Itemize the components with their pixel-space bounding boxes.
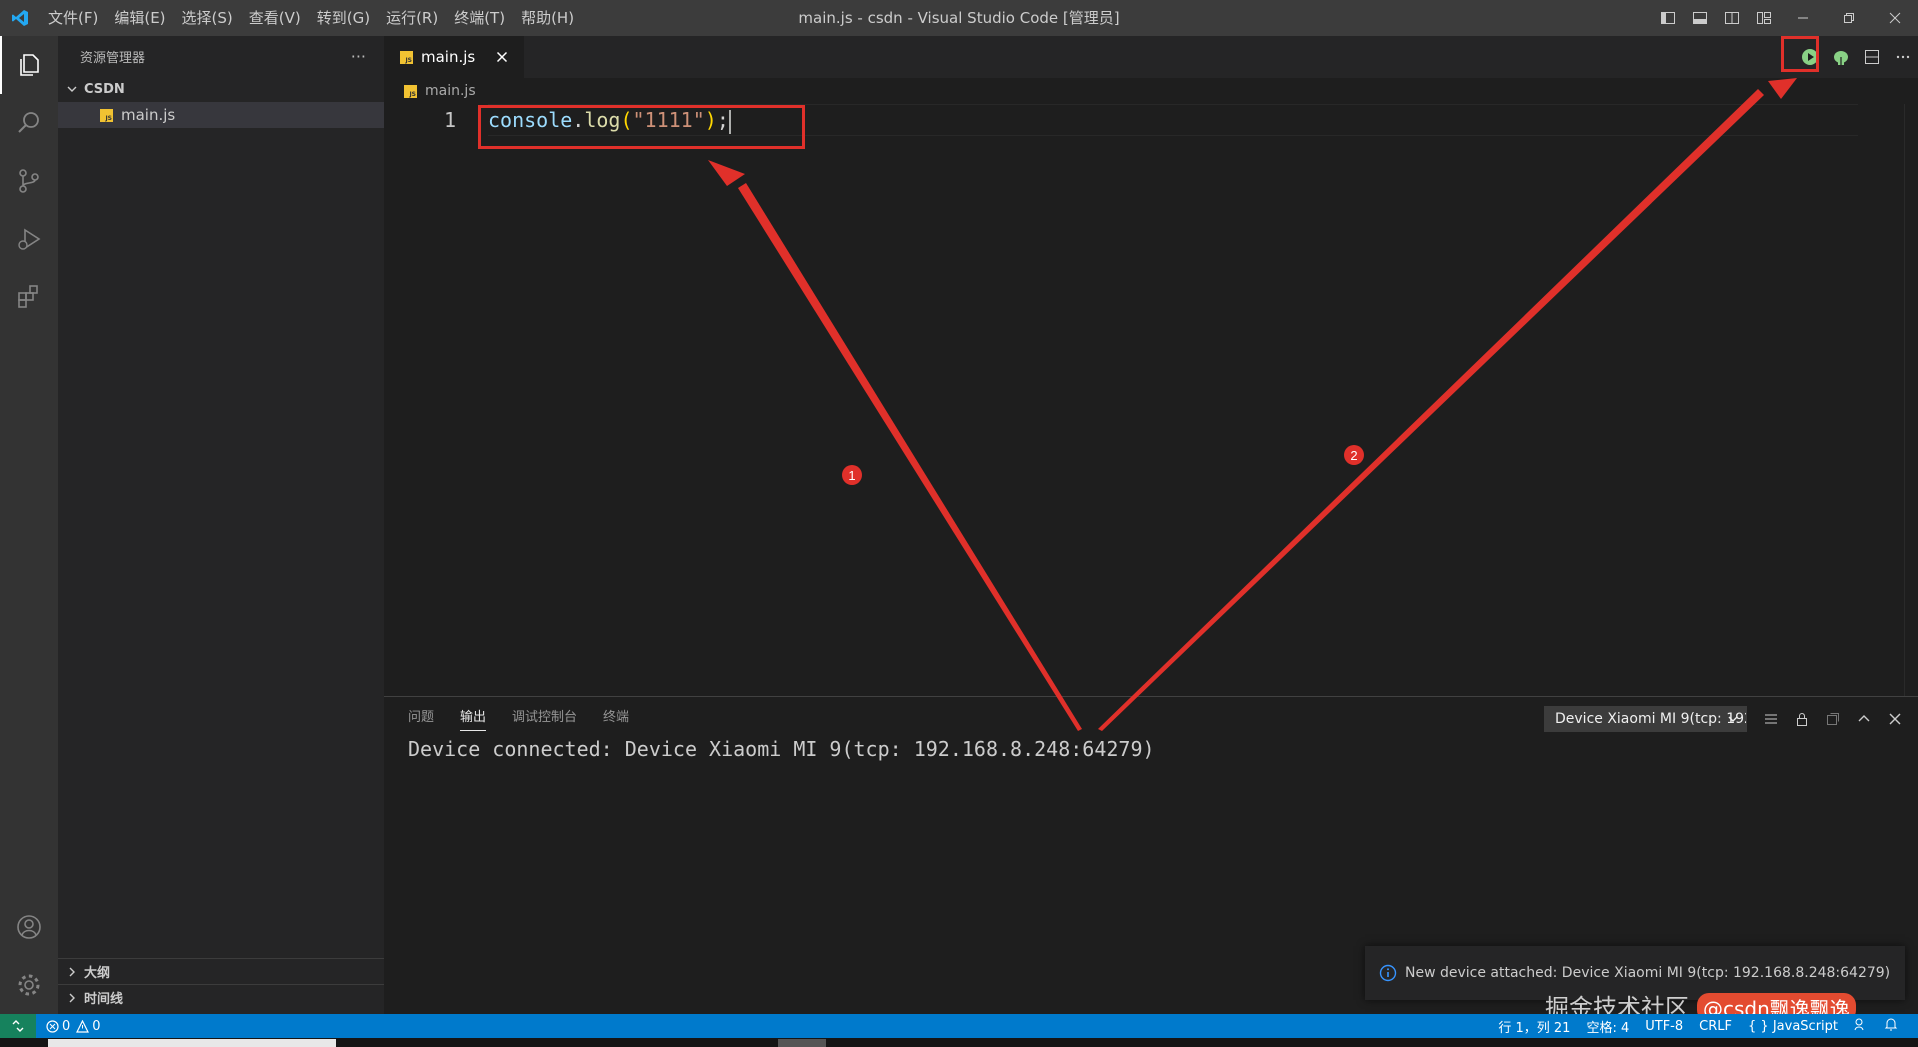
more-actions-icon[interactable] [1887,36,1918,78]
lock-icon[interactable] [1786,705,1817,733]
activity-bottom [0,898,58,1014]
warning-icon [76,1019,90,1033]
search-icon[interactable] [0,94,58,152]
maximize-panel-icon[interactable] [1848,705,1879,733]
line-number: 1 [443,108,456,132]
minimize-icon[interactable] [1780,0,1826,36]
menu-go[interactable]: 转到(G) [309,0,378,36]
tab-problems[interactable]: 问题 [408,697,434,739]
breadcrumb[interactable]: JS main.js [384,78,1918,104]
language-mode[interactable]: { } JavaScript [1748,1019,1838,1034]
restore-icon[interactable] [1826,0,1872,36]
clear-output-icon[interactable] [1755,705,1786,733]
explorer-icon[interactable] [0,36,58,94]
settings-gear-icon[interactable] [0,956,58,1014]
annotation-box-run [1781,36,1819,72]
customize-layout-icon[interactable] [1748,0,1780,36]
outline-section[interactable]: 大纲 [58,958,384,984]
debug-icon[interactable] [1825,36,1856,78]
output-channel-value: Device Xiaomi MI 9(tcp: 192.168.8.248:64… [1555,711,1746,727]
explorer-sidebar: 资源管理器 ··· CSDN JS main.js 大纲 时间线 [58,36,384,1014]
vscode-logo-icon [0,0,40,36]
taskbar-strip [0,1038,1918,1047]
toggle-panel-icon[interactable] [1684,0,1716,36]
output-log: Device connected: Device Xiaomi MI 9(tcp… [408,737,1155,761]
title-controls [1652,0,1918,36]
menu-view[interactable]: 查看(V) [241,0,309,36]
menu-file[interactable]: 文件(F) [40,0,106,36]
info-icon [1379,964,1397,982]
menu-help[interactable]: 帮助(H) [513,0,582,36]
accounts-icon[interactable] [0,898,58,956]
chevron-right-icon [69,993,75,1002]
menu-selection[interactable]: 选择(S) [174,0,241,36]
chevron-down-icon [67,86,77,92]
js-file-icon: JS [400,50,413,64]
open-in-editor-icon[interactable] [1817,705,1848,733]
tab-main-js[interactable]: JS main.js [384,36,524,78]
folder-label: CSDN [84,81,125,97]
feedback-icon[interactable] [1854,1017,1868,1035]
folder-csdn[interactable]: CSDN [58,76,384,102]
taskbar-item [778,1039,826,1047]
toggle-sidebar-icon[interactable] [1652,0,1684,36]
chevron-down-icon [1728,716,1738,722]
braces-icon: { } [1748,1018,1769,1034]
tab-output[interactable]: 输出 [460,697,487,739]
code-editor[interactable]: 1 console.log("1111"); [384,104,1918,696]
status-bar: 0 0 行 1，列 21 空格: 4 UTF-8 CRLF { } JavaSc… [0,1014,1918,1038]
error-count: 0 [62,1018,71,1034]
tab-debug-console[interactable]: 调试控制台 [512,697,577,739]
timeline-section[interactable]: 时间线 [58,984,384,1010]
js-file-icon: JS [100,108,113,122]
annotation-box-code [478,105,805,149]
menu-bar: 文件(F) 编辑(E) 选择(S) 查看(V) 转到(G) 运行(R) 终端(T… [40,0,582,36]
timeline-label: 时间线 [84,992,124,1007]
activity-bar [0,36,58,1014]
tab-terminal[interactable]: 终端 [603,697,629,739]
tab-label: main.js [421,48,476,66]
cursor-position[interactable]: 行 1，列 21 [1498,1017,1570,1036]
language-label: JavaScript [1772,1018,1838,1034]
remote-icon[interactable] [0,1014,36,1038]
menu-edit[interactable]: 编辑(E) [106,0,173,36]
file-main-js[interactable]: JS main.js [58,102,384,128]
menu-terminal[interactable]: 终端(T) [446,0,513,36]
notification-message: New device attached: Device Xiaomi MI 9(… [1405,965,1891,981]
notifications-bell-icon[interactable] [1884,1017,1898,1035]
problems-status[interactable]: 0 0 [36,1019,101,1034]
title-bar: 文件(F) 编辑(E) 选择(S) 查看(V) 转到(G) 运行(R) 终端(T… [0,0,1918,36]
split-editor-icon[interactable] [1856,36,1887,78]
error-icon [46,1019,59,1033]
close-panel-icon[interactable] [1879,705,1910,733]
chevron-right-icon [69,967,75,976]
outline-label: 大纲 [84,966,111,981]
taskbar-item [48,1039,336,1047]
output-channel-select[interactable]: Device Xiaomi MI 9(tcp: 192.168.8.248:64… [1544,706,1747,732]
close-window-icon[interactable] [1872,0,1918,36]
end-of-line[interactable]: CRLF [1699,1019,1732,1034]
explorer-header: 资源管理器 ··· [58,36,384,76]
toggle-secondary-sidebar-icon[interactable] [1716,0,1748,36]
encoding[interactable]: UTF-8 [1645,1019,1683,1034]
panel-tabs: 问题 输出 调试控制台 终端 [408,697,655,739]
indentation[interactable]: 空格: 4 [1586,1017,1629,1036]
breadcrumb-file[interactable]: main.js [425,83,476,99]
close-icon[interactable] [492,47,512,67]
js-file-icon: JS [404,84,417,98]
file-label: main.js [121,106,176,124]
explorer-more-button[interactable]: ··· [351,47,366,66]
extensions-icon[interactable] [0,268,58,326]
editor-scrollbar[interactable] [1904,104,1918,696]
status-right: 行 1，列 21 空格: 4 UTF-8 CRLF { } JavaScript [1482,1014,1898,1038]
panel-actions: Device Xiaomi MI 9(tcp: 192.168.8.248:64… [1544,705,1910,733]
run-debug-icon[interactable] [0,210,58,268]
menu-run[interactable]: 运行(R) [378,0,446,36]
explorer-title: 资源管理器 [80,50,146,66]
warning-count: 0 [92,1018,101,1034]
editor-tab-bar: JS main.js [384,36,1918,78]
source-control-icon[interactable] [0,152,58,210]
